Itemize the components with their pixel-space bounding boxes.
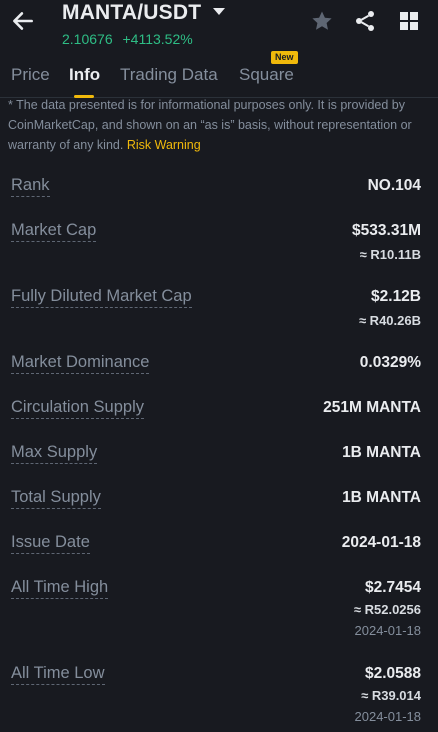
stat-label[interactable]: Market Dominance <box>11 353 150 374</box>
risk-warning-link[interactable]: Risk Warning <box>127 138 201 152</box>
new-badge: New <box>271 51 298 64</box>
disclaimer-text: * The data presented is for informationa… <box>8 98 412 152</box>
stat-label[interactable]: Rank <box>11 176 50 197</box>
stat-date: 2024-01-18 <box>354 623 422 638</box>
caret-down-icon[interactable] <box>212 5 226 19</box>
stat-value: $2.12B <box>371 288 421 305</box>
pair-title[interactable]: MANTA/USDT <box>62 1 201 25</box>
stat-label[interactable]: All Time Low <box>11 664 105 685</box>
star-icon[interactable] <box>310 9 334 33</box>
stat-value: 1B MANTA <box>342 444 421 461</box>
stat-label[interactable]: Max Supply <box>11 443 98 464</box>
stat-label[interactable]: Market Cap <box>11 221 97 242</box>
top-bar: MANTA/USDT 2.10676 +4113.52% <box>0 0 438 52</box>
tab-bar: Price Info Trading Data Square <box>0 62 438 98</box>
stat-local-value: ≈ R10.11B <box>359 247 421 262</box>
stat-local-value: ≈ R39.014 <box>361 688 421 703</box>
tab-trading-data[interactable]: Trading Data <box>120 65 218 85</box>
stat-value: $2.7454 <box>364 579 421 596</box>
stat-label[interactable]: Circulation Supply <box>11 398 144 419</box>
last-price: 2.10676 <box>62 31 113 47</box>
stat-value: 251M MANTA <box>323 399 421 416</box>
tab-info[interactable]: Info <box>69 65 100 85</box>
stat-value: $2.0588 <box>364 665 421 682</box>
stat-value: NO.104 <box>367 177 421 194</box>
share-icon[interactable] <box>353 9 377 33</box>
tab-price[interactable]: Price <box>11 65 50 85</box>
stat-label[interactable]: Fully Diluted Market Cap <box>11 287 192 308</box>
stat-value: $533.31M <box>352 222 421 239</box>
price-change: +4113.52% <box>122 31 193 47</box>
stat-value: 0.0329% <box>359 354 421 371</box>
tab-square[interactable]: Square <box>239 65 294 85</box>
stat-label[interactable]: Total Supply <box>11 488 101 509</box>
grid-icon[interactable] <box>397 9 421 33</box>
stat-value: 1B MANTA <box>342 489 421 506</box>
stat-label[interactable]: All Time High <box>11 578 109 599</box>
stat-local-value: ≈ R52.0256 <box>353 602 421 617</box>
stat-value: 2024-01-18 <box>341 534 421 551</box>
stat-date: 2024-01-18 <box>354 709 422 724</box>
stat-label[interactable]: Issue Date <box>11 533 90 554</box>
disclaimer: * The data presented is for informationa… <box>8 95 430 155</box>
back-arrow-icon[interactable] <box>10 8 36 34</box>
stat-local-value: ≈ R40.26B <box>358 313 421 328</box>
price-line: 2.10676 +4113.52% <box>62 31 193 47</box>
